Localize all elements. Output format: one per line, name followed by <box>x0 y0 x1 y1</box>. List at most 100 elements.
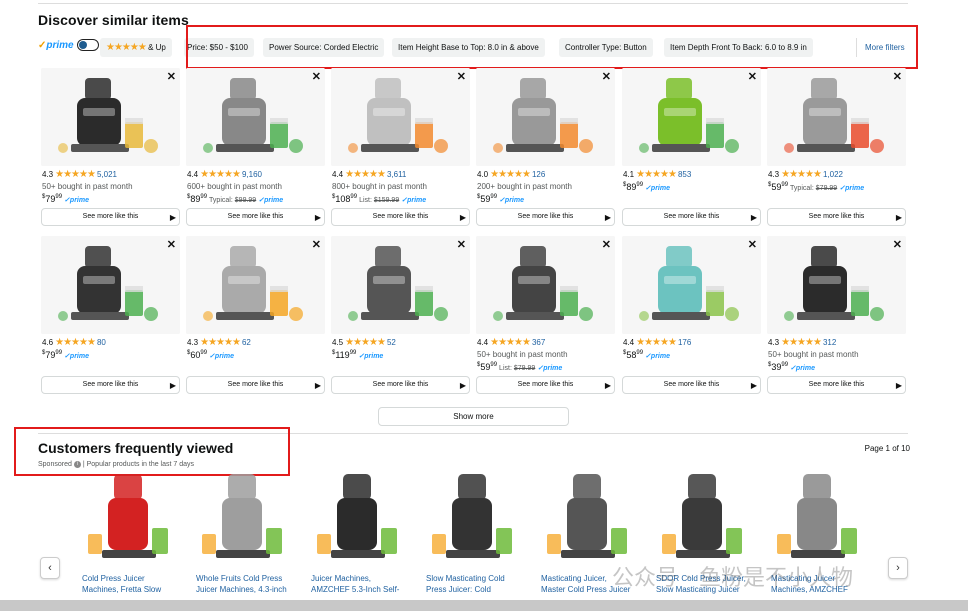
play-video-icon[interactable]: ▶ <box>751 381 757 390</box>
review-count[interactable]: 52 <box>387 338 396 347</box>
carousel-product-image[interactable] <box>771 470 871 568</box>
review-count[interactable]: 62 <box>242 338 251 347</box>
product-card[interactable]: ✕ ▶ 4.4 ★★★★★ 9,160 600+ bought in past month… <box>186 68 325 228</box>
review-count[interactable]: 80 <box>97 338 106 347</box>
see-more-like-this-button[interactable]: See more like this <box>331 376 470 394</box>
play-video-icon[interactable]: ▶ <box>460 213 466 222</box>
close-icon[interactable]: ✕ <box>893 70 902 83</box>
product-image[interactable] <box>476 236 615 334</box>
product-card[interactable]: ✕ ▶ 4.4 ★★★★★ 176 $5899 ✓prime See more like th… <box>622 236 761 396</box>
close-icon[interactable]: ✕ <box>457 70 466 83</box>
product-image[interactable] <box>331 68 470 166</box>
see-more-like-this-button[interactable]: See more like this <box>186 376 325 394</box>
review-count[interactable]: 176 <box>678 338 691 347</box>
close-icon[interactable]: ✕ <box>893 238 902 251</box>
close-icon[interactable]: ✕ <box>312 238 321 251</box>
close-icon[interactable]: ✕ <box>602 238 611 251</box>
play-video-icon[interactable]: ▶ <box>170 381 176 390</box>
see-more-like-this-button[interactable]: See more like this <box>331 208 470 226</box>
star-rating-icon[interactable]: ★★★★★ <box>490 169 531 180</box>
carousel-next-button[interactable]: › <box>888 557 908 579</box>
star-rating-icon[interactable]: ★★★★★ <box>490 337 531 348</box>
review-count[interactable]: 312 <box>823 338 836 347</box>
review-count[interactable]: 5,021 <box>97 170 117 179</box>
carousel-product-name[interactable]: Whole Fruits Cold Press <box>196 573 304 584</box>
carousel-product-image[interactable] <box>541 470 641 568</box>
carousel-product[interactable]: Juicer Machines, AMZCHEF 5.3-Inch Self- <box>311 470 419 595</box>
play-video-icon[interactable]: ▶ <box>315 213 321 222</box>
star-rating-icon[interactable]: ★★★★★ <box>781 337 822 348</box>
see-more-like-this-button[interactable]: See more like this <box>41 376 180 394</box>
product-image[interactable] <box>186 236 325 334</box>
carousel-product-name-line2[interactable]: Juicer Machines, 4.3-inch <box>196 584 304 595</box>
carousel-product-name-line2[interactable]: Machines, Fretta Slow <box>82 584 190 595</box>
product-image[interactable] <box>622 68 761 166</box>
product-image[interactable] <box>622 236 761 334</box>
play-video-icon[interactable]: ▶ <box>170 213 176 222</box>
play-video-icon[interactable]: ▶ <box>460 381 466 390</box>
star-rating-icon[interactable]: ★★★★★ <box>636 169 677 180</box>
star-rating-icon[interactable]: ★★★★★ <box>636 337 677 348</box>
see-more-like-this-button[interactable]: See more like this <box>476 376 615 394</box>
product-image[interactable] <box>41 236 180 334</box>
bottom-scroll-bar[interactable] <box>0 600 968 611</box>
carousel-prev-button[interactable]: ‹ <box>40 557 60 579</box>
see-more-like-this-button[interactable]: See more like this <box>186 208 325 226</box>
carousel-product-name[interactable]: Juicer Machines, <box>311 573 419 584</box>
product-card[interactable]: ✕ ▶ 4.6 ★★★★★ 80 $7999 ✓prime See more like thi… <box>41 236 180 396</box>
close-icon[interactable]: ✕ <box>312 70 321 83</box>
prime-filter-toggle[interactable]: ✓prime <box>38 39 99 51</box>
carousel-product-image[interactable] <box>656 470 756 568</box>
product-image[interactable] <box>186 68 325 166</box>
play-video-icon[interactable]: ▶ <box>315 381 321 390</box>
carousel-product-name[interactable]: Cold Press Juicer <box>82 573 190 584</box>
see-more-like-this-button[interactable]: See more like this <box>767 208 906 226</box>
close-icon[interactable]: ✕ <box>748 238 757 251</box>
carousel-product-name-line2[interactable]: Press Juicer: Cold <box>426 584 534 595</box>
carousel-product-image[interactable] <box>82 470 182 568</box>
carousel-product[interactable]: Cold Press Juicer Machines, Fretta Slow <box>82 470 190 595</box>
product-card[interactable]: ✕ ▶ 4.0 ★★★★★ 126 200+ bought in past month $5… <box>476 68 615 228</box>
star-rating-icon[interactable]: ★★★★★ <box>200 169 241 180</box>
close-icon[interactable]: ✕ <box>602 70 611 83</box>
carousel-product-image[interactable] <box>426 470 526 568</box>
carousel-product-name[interactable]: Slow Masticating Cold <box>426 573 534 584</box>
star-rating-icon[interactable]: ★★★★★ <box>200 337 241 348</box>
product-card[interactable]: ✕ ▶ 4.5 ★★★★★ 52 $11999 ✓prime See more like th… <box>331 236 470 396</box>
star-rating-icon[interactable]: ★★★★★ <box>55 337 96 348</box>
play-video-icon[interactable]: ▶ <box>896 213 902 222</box>
carousel-product[interactable]: Slow Masticating Cold Press Juicer: Cold <box>426 470 534 595</box>
carousel-product-image[interactable] <box>311 470 411 568</box>
product-image[interactable] <box>767 236 906 334</box>
close-icon[interactable]: ✕ <box>748 70 757 83</box>
product-card[interactable]: ✕ ▶ 4.3 ★★★★★ 1,022 $5999 Typical: $79.99 ✓prime… <box>767 68 906 228</box>
star-rating-icon[interactable]: ★★★★★ <box>781 169 822 180</box>
see-more-like-this-button[interactable]: See more like this <box>622 376 761 394</box>
show-more-button[interactable]: Show more <box>378 407 569 426</box>
rating-filter-chip[interactable]: ★★★★★ & Up <box>100 38 172 57</box>
play-video-icon[interactable]: ▶ <box>605 213 611 222</box>
star-rating-icon[interactable]: ★★★★★ <box>55 169 96 180</box>
product-card[interactable]: ✕ ▶ 4.3 ★★★★★ 5,021 50+ bought in past month $… <box>41 68 180 228</box>
see-more-like-this-button[interactable]: See more like this <box>476 208 615 226</box>
review-count[interactable]: 3,611 <box>387 170 406 179</box>
carousel-product-image[interactable] <box>196 470 296 568</box>
play-video-icon[interactable]: ▶ <box>605 381 611 390</box>
star-rating-icon[interactable]: ★★★★★ <box>345 337 386 348</box>
toggle-switch-icon[interactable] <box>76 39 99 51</box>
product-image[interactable] <box>767 68 906 166</box>
product-image[interactable] <box>331 236 470 334</box>
close-icon[interactable]: ✕ <box>167 70 176 83</box>
see-more-like-this-button[interactable]: See more like this <box>41 208 180 226</box>
star-rating-icon[interactable]: ★★★★★ <box>345 169 386 180</box>
see-more-like-this-button[interactable]: See more like this <box>622 208 761 226</box>
carousel-product[interactable]: Whole Fruits Cold Press Juicer Machines, … <box>196 470 304 595</box>
carousel-product-name-line2[interactable]: AMZCHEF 5.3-Inch Self- <box>311 584 419 595</box>
product-card[interactable]: ✕ ▶ 4.1 ★★★★★ 853 $8999 ✓prime See more like th… <box>622 68 761 228</box>
product-image[interactable] <box>476 68 615 166</box>
close-icon[interactable]: ✕ <box>457 238 466 251</box>
see-more-like-this-button[interactable]: See more like this <box>767 376 906 394</box>
product-card[interactable]: ✕ ▶ 4.3 ★★★★★ 312 50+ bought in past month $39… <box>767 236 906 396</box>
product-card[interactable]: ✕ ▶ 4.4 ★★★★★ 367 50+ bought in past month $59… <box>476 236 615 396</box>
review-count[interactable]: 367 <box>532 338 545 347</box>
